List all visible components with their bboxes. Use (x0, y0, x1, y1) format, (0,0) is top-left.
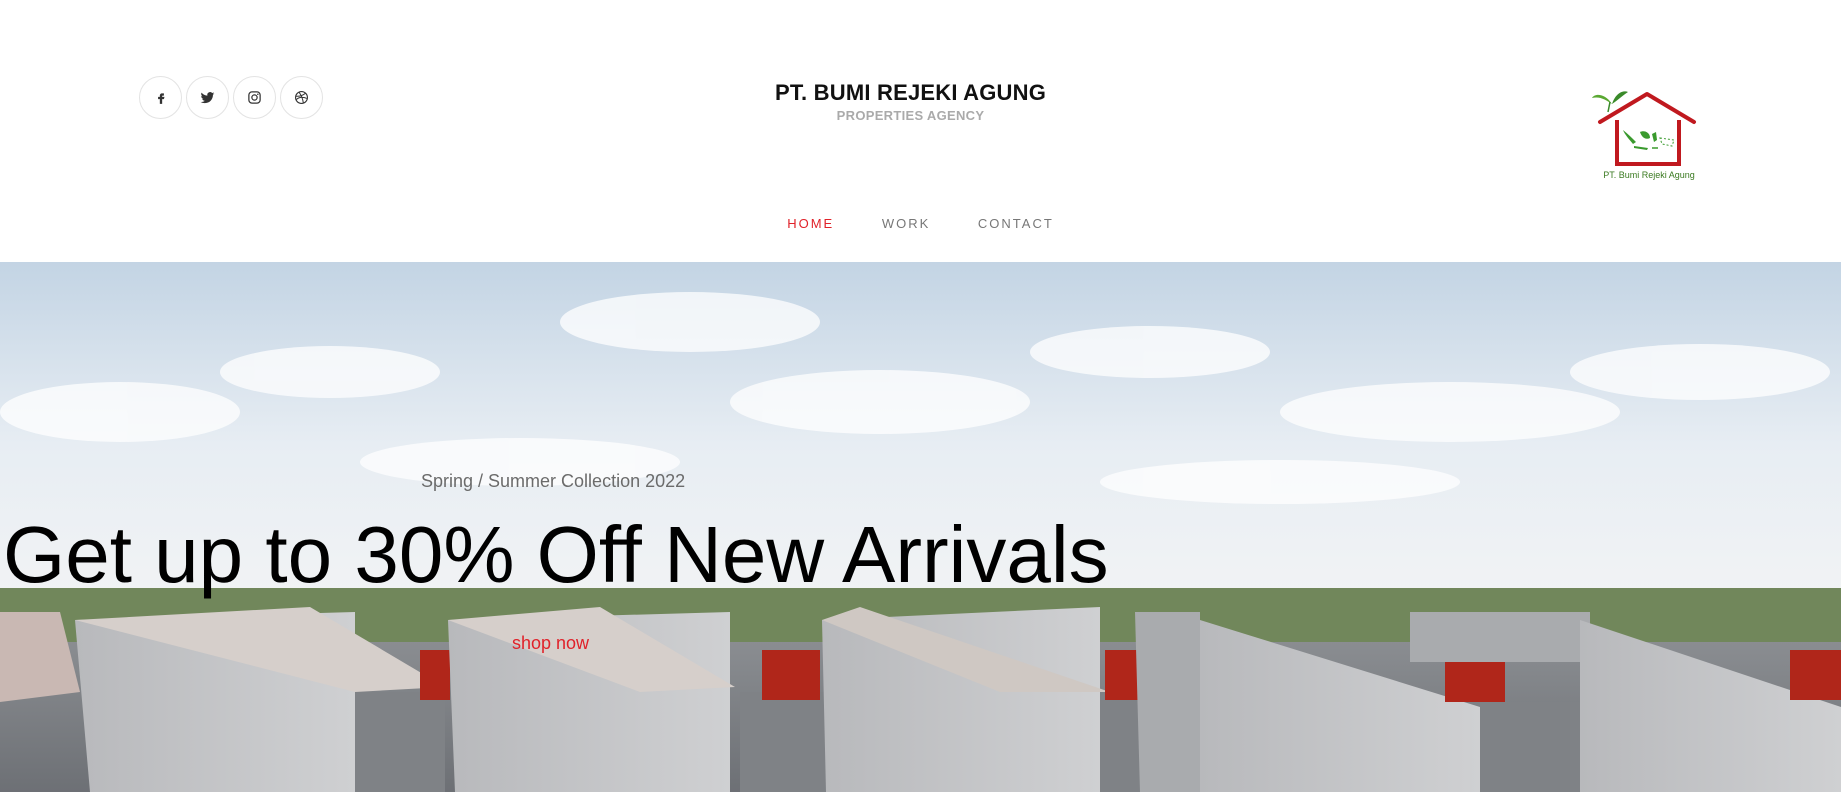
brand: PT. BUMI REJEKI AGUNG PROPERTIES AGENCY (0, 80, 1821, 123)
nav-item-work[interactable]: WORK (882, 216, 930, 231)
brand-title: PT. BUMI REJEKI AGUNG (774, 80, 1047, 105)
logo-caption: PT. Bumi Rejeki Agung (1603, 170, 1695, 180)
company-logo[interactable]: PT. Bumi Rejeki Agung (1590, 84, 1708, 184)
site-header: PT. BUMI REJEKI AGUNG PROPERTIES AGENCY … (0, 0, 1841, 262)
hero-subtitle: Spring / Summer Collection 2022 (421, 471, 686, 491)
logo-house-icon (1592, 91, 1696, 166)
nav-item-contact[interactable]: CONTACT (978, 216, 1054, 231)
main-nav: HOME WORK CONTACT (0, 216, 1841, 231)
hero-title: Get up to 30% Off New Arrivals (3, 510, 1109, 599)
brand-subtitle: PROPERTIES AGENCY (836, 108, 985, 123)
nav-item-home[interactable]: HOME (787, 216, 834, 231)
hero-banner: Spring / Summer Collection 2022 Get up t… (0, 262, 1841, 792)
shop-now-link[interactable]: shop now (512, 633, 589, 654)
